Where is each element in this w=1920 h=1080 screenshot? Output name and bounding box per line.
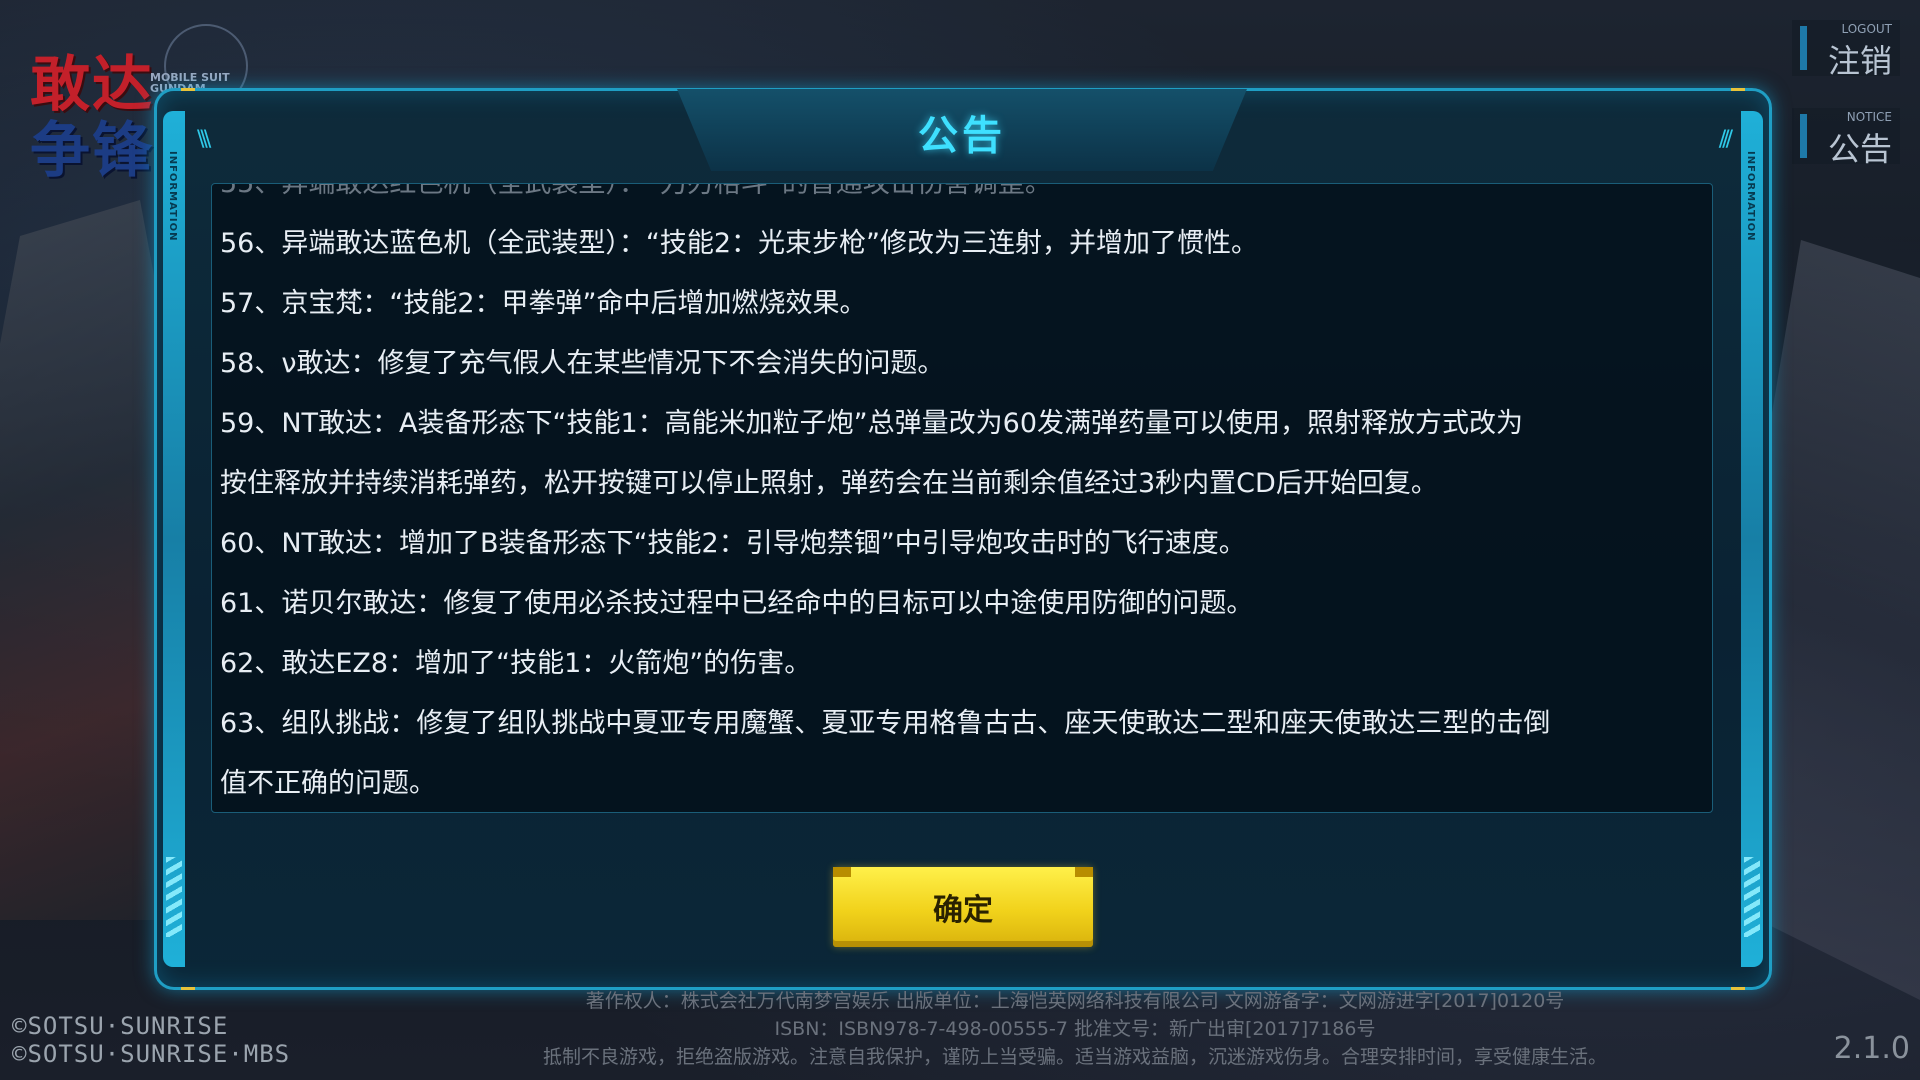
notice-list: 55、异端敢达红色机（全武装型）：“刀刃格斗”的普通攻击伤害调整。 56、异端敢… — [220, 183, 1700, 812]
notice-line: 60、NT敢达：增加了B装备形态下“技能2：引导炮禁锢”中引导炮攻击时的飞行速度… — [220, 528, 1246, 559]
logout-label: 注销 — [1827, 42, 1892, 80]
logout-bar-icon — [1800, 26, 1807, 70]
button-notch-icon — [833, 867, 851, 877]
notice-bar-icon — [1800, 114, 1807, 158]
dialog-title: 公告 — [918, 113, 1006, 159]
notice-dialog: INFORMATION INFORMATION \\\ /// 公告 55、异端… — [154, 88, 1772, 990]
notice-label-en: NOTICE — [1846, 110, 1892, 124]
confirm-button-label: 确定 — [933, 893, 993, 928]
button-notch-icon — [1075, 867, 1093, 877]
background-mech-right — [1750, 240, 1920, 1000]
corner-accent-icon — [181, 88, 195, 91]
copyright-sunrise: ©SOTSU·SUNRISE — [12, 1012, 229, 1040]
logout-label-en: LOGOUT — [1841, 22, 1892, 36]
confirm-button[interactable]: 确定 — [833, 867, 1093, 947]
footer-isbn-info: ISBN：ISBN978-7-498-00555-7 批准文号：新广出审[201… — [774, 1018, 1376, 1040]
corner-accent-icon — [1731, 88, 1745, 91]
dialog-side-label-right: INFORMATION — [1745, 151, 1756, 242]
notice-line: 55、异端敢达红色机（全武装型）：“刀刃格斗”的普通攻击伤害调整。 — [220, 183, 1052, 199]
notice-line: 61、诺贝尔敢达：修复了使用必杀技过程中已经命中的目标可以中途使用防御的问题。 — [220, 588, 1254, 619]
notice-line: 63、组队挑战：修复了组队挑战中夏亚专用魔蟹、夏亚专用格鲁古古、座天使敢达二型和… — [220, 708, 1551, 739]
logo-title-line2: 争锋 — [30, 116, 154, 186]
dialog-side-label-left: INFORMATION — [167, 151, 178, 242]
version-label: 2.1.0 — [1833, 1031, 1910, 1066]
notice-line: 按住释放并持续消耗弹药，松开按键可以停止照射，弹药会在当前剩余值经过3秒内置CD… — [220, 468, 1438, 499]
notice-line: 58、ν敢达：修复了充气假人在某些情况下不会消失的问题。 — [220, 348, 945, 379]
footer-health-notice: 抵制不良游戏，拒绝盗版游戏。注意自我保护，谨防上当受骗。适当游戏益脑，沉迷游戏伤… — [542, 1046, 1607, 1068]
corner-accent-icon — [181, 987, 195, 990]
title-slash-left-icon: \\\ — [197, 127, 211, 152]
corner-accent-icon — [1731, 987, 1745, 990]
title-slash-right-icon: /// — [1718, 127, 1733, 152]
logout-button[interactable]: LOGOUT 注销 — [1792, 20, 1900, 80]
notice-line: 57、京宝梵：“技能2：甲拳弹”命中后增加燃烧效果。 — [220, 288, 867, 319]
dialog-frame-left: INFORMATION — [163, 111, 185, 967]
stripes-icon — [1744, 857, 1760, 937]
notice-line: 62、敢达EZ8：增加了“技能1：火箭炮”的伤害。 — [220, 648, 812, 679]
footer-publisher-info: 著作权人：株式会社万代南梦宫娱乐 出版单位：上海恺英网络科技有限公司 文网游备字… — [585, 990, 1565, 1012]
stripes-icon — [166, 857, 182, 937]
dialog-title-bar: 公告 — [677, 89, 1247, 171]
notice-label: 公告 — [1827, 130, 1892, 168]
copyright-sunrise-mbs: ©SOTSU·SUNRISE·MBS — [12, 1040, 291, 1068]
notice-line: 56、异端敢达蓝色机（全武装型）：“技能2：光束步枪”修改为三连射，并增加了惯性… — [220, 228, 1259, 259]
notice-button[interactable]: NOTICE 公告 — [1792, 108, 1900, 168]
notice-line: 59、NT敢达：A装备形态下“技能1：高能米加粒子炮”总弹量改为60发满弹药量可… — [220, 408, 1524, 439]
notice-line: 值不正确的问题。 — [220, 768, 436, 799]
dialog-frame-right: INFORMATION — [1741, 111, 1763, 967]
notice-content-panel[interactable]: 55、异端敢达红色机（全武装型）：“刀刃格斗”的普通攻击伤害调整。 56、异端敢… — [211, 183, 1713, 813]
